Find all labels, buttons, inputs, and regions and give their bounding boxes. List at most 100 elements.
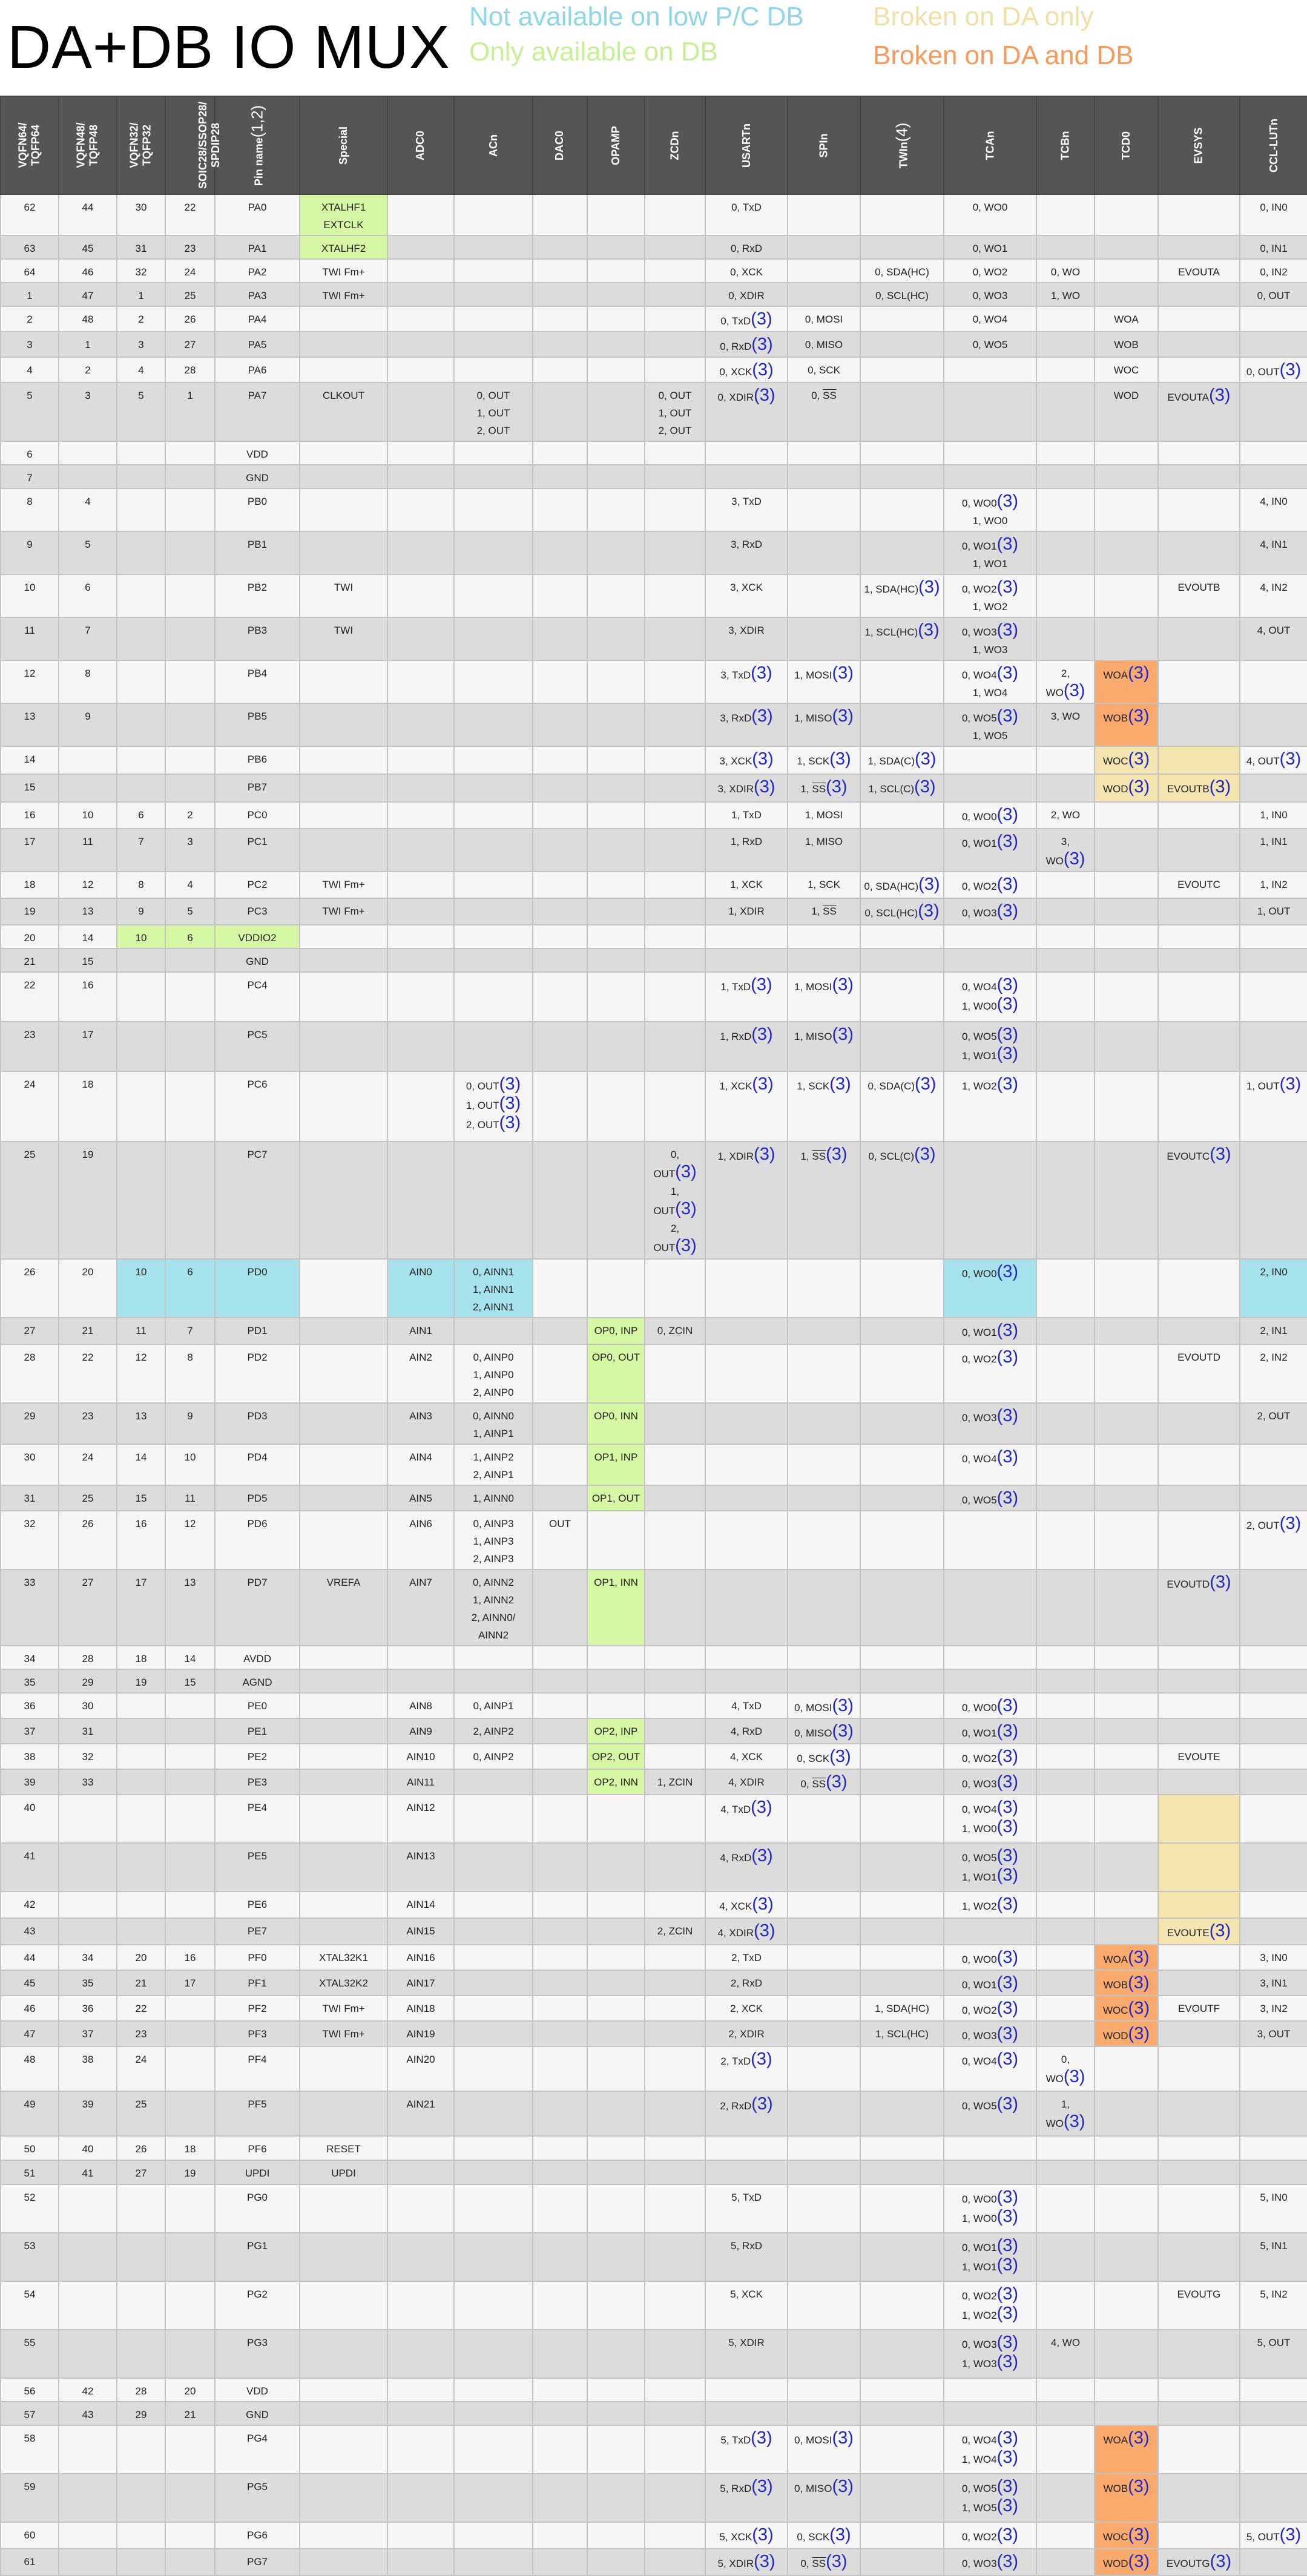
table-cell (532, 2160, 588, 2185)
table-cell (644, 2473, 706, 2523)
table-cell: 2, IN2 (1239, 1344, 1307, 1404)
footnote-3-marker: (3) (996, 832, 1019, 851)
table-cell (860, 1917, 944, 1945)
table-row: 22 16 PC4 1, TxD(3) 1, MOSI(3) 0, WO4(3) 1, W… (0, 971, 1307, 1022)
table-cell: 22 (116, 1995, 166, 2022)
table-cell (1036, 1317, 1095, 1345)
table-cell (644, 2329, 706, 2379)
table-cell: 0, OUT (1239, 282, 1307, 307)
table-row: 45 35 21 17 PF1 XTAL32K2 AIN17 2, RxD 0, WO1(3) W… (0, 1970, 1307, 1996)
table-cell: PB2 (214, 574, 300, 618)
table-cell (644, 1645, 706, 1670)
table-cell (943, 2377, 1037, 2402)
table-cell (860, 971, 944, 1022)
table-cell: 1, SDA(C)(3) (860, 746, 944, 775)
table-cell (943, 1569, 1037, 1646)
table-cell (165, 2232, 216, 2282)
table-cell (705, 441, 788, 465)
table-cell (644, 1021, 706, 1072)
table-cell (1094, 924, 1159, 949)
table-cell: 2, OUT (1239, 1402, 1307, 1445)
table-cell: 1, RxD (705, 828, 788, 872)
table-cell: 5, XDIR(3) (705, 2548, 788, 2576)
table-cell (299, 1485, 388, 1511)
table-cell: 19 (116, 1669, 166, 1694)
table-cell (587, 331, 645, 358)
table-cell: 5, TxD(3) (705, 2425, 788, 2474)
footnote-3-marker: (3) (914, 1145, 936, 1164)
table-cell (644, 801, 706, 829)
table-cell: PG2 (214, 2281, 300, 2330)
table-cell (587, 828, 645, 872)
table-cell (1094, 235, 1159, 260)
table-cell (1094, 1485, 1159, 1511)
table-cell (1239, 1021, 1307, 1072)
table-cell (1157, 1258, 1240, 1318)
table-cell: 5, OUT(3) (1239, 2522, 1307, 2549)
table-cell (116, 1743, 166, 1770)
table-cell (165, 2425, 216, 2474)
table-cell (1094, 2184, 1159, 2233)
table-cell (453, 2135, 533, 2161)
table-cell: 4, IN0 (1239, 488, 1307, 532)
table-cell: PC7 (214, 1141, 300, 1260)
table-cell (532, 2548, 588, 2576)
table-cell: 3, XCK (705, 574, 788, 618)
table-cell (787, 282, 861, 307)
table-cell: PF6 (214, 2135, 300, 2161)
table-cell (453, 1141, 533, 1260)
table-cell: 47 (0, 2020, 59, 2047)
table-cell (453, 2281, 533, 2330)
table-cell (1157, 828, 1240, 872)
table-cell (387, 1645, 455, 1670)
table-cell: 27 (165, 331, 216, 358)
table-cell: PA3 (214, 282, 300, 307)
table-cell (787, 2184, 861, 2233)
table-cell: PA1 (214, 235, 300, 260)
table-cell: PA2 (214, 258, 300, 283)
table-cell (1239, 1645, 1307, 1670)
table-cell (644, 2091, 706, 2137)
table-cell (1036, 2281, 1095, 2330)
table-cell (1094, 2377, 1159, 2402)
table-cell: 2, IN0 (1239, 1258, 1307, 1318)
footnote-3-marker: (3) (751, 663, 772, 683)
table-cell: 4, IN2 (1239, 574, 1307, 618)
table-cell (860, 382, 944, 442)
table-cell: 28 (165, 356, 216, 383)
column-header-label: TWIn(4) (892, 122, 911, 168)
table-cell (1157, 1402, 1240, 1445)
table-cell (644, 356, 706, 383)
table-cell: 20 (0, 924, 59, 949)
table-cell: 0, WO2(3) (943, 1344, 1037, 1404)
table-cell (387, 2184, 455, 2233)
table-cell: 9 (0, 531, 59, 575)
table-cell: 0, MISO (787, 331, 861, 358)
footnote-3-marker: (3) (996, 2049, 1019, 2069)
table-cell (943, 2135, 1037, 2161)
column-header: VQFN48/TQFP48 (58, 96, 117, 195)
table-cell (860, 1970, 944, 1996)
table-cell (644, 2522, 706, 2549)
table-cell (165, 2020, 216, 2047)
table-cell: 20 (58, 1258, 117, 1318)
table-cell: PC4 (214, 971, 300, 1022)
table-row: 33 27 17 13 PD7 VREFA AIN7 0, AINN2 1, AINN2 2,… (0, 1569, 1307, 1646)
table-cell: 12 (165, 1510, 216, 1570)
table-cell: AIN18 (387, 1995, 455, 2022)
footnote-3-marker: (3) (832, 1721, 854, 1741)
table-cell (453, 2160, 533, 2185)
table-cell: 48 (58, 306, 117, 332)
table-cell (587, 1021, 645, 1072)
table-cell: 3, XDIR (705, 617, 788, 661)
table-cell (787, 1917, 861, 1945)
table-cell (587, 2184, 645, 2233)
table-cell (705, 1258, 788, 1318)
table-cell (705, 1344, 788, 1404)
footnote-3-marker: (3) (996, 663, 1019, 683)
table-cell: 0, RxD (705, 235, 788, 260)
footnote-3-marker: (3) (996, 1973, 1019, 1993)
table-cell (644, 1794, 706, 1844)
table-cell (587, 746, 645, 775)
table-cell (705, 1444, 788, 1486)
